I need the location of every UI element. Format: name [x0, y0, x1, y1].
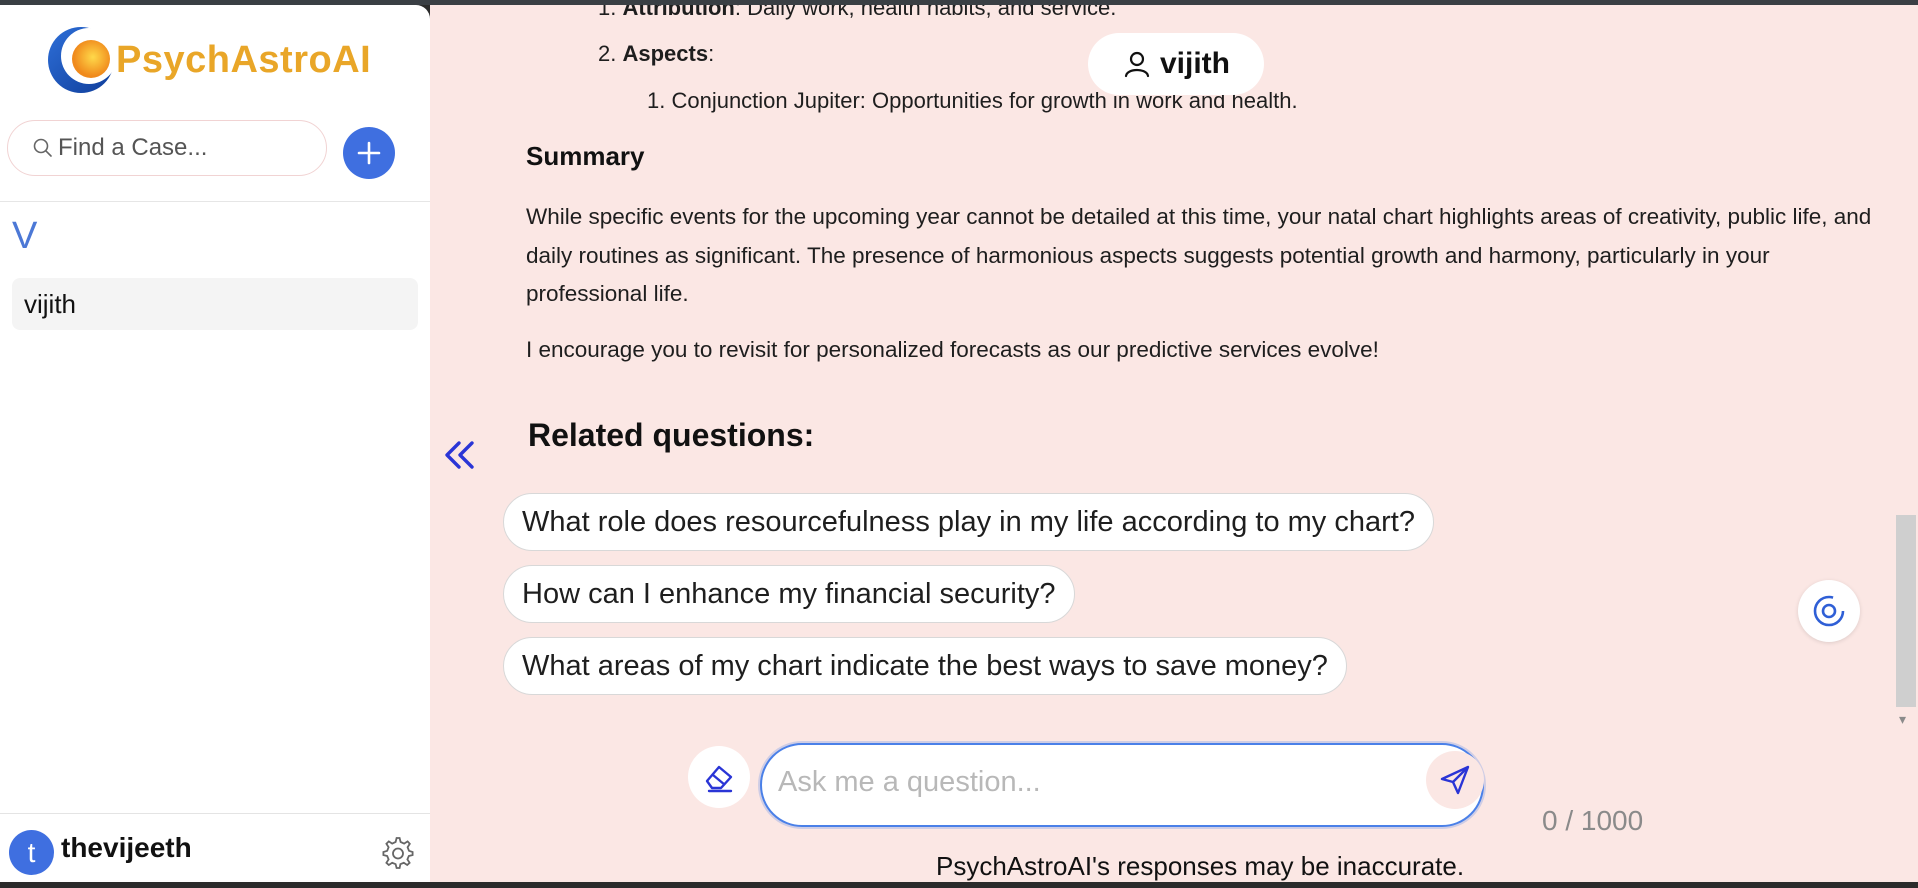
case-group-letter: V [12, 215, 38, 257]
active-case-name: vijith [1159, 47, 1230, 80]
active-case-chip[interactable]: vijith [1088, 33, 1264, 95]
avatar[interactable]: t [9, 830, 54, 875]
logo-icon [44, 23, 118, 97]
search-input[interactable] [56, 133, 320, 163]
search-box [7, 120, 327, 176]
target-icon [1813, 595, 1845, 627]
related-question-chip[interactable]: How can I enhance my financial security? [503, 565, 1075, 623]
add-case-button[interactable] [343, 127, 395, 179]
collapse-sidebar-icon[interactable] [442, 437, 478, 473]
summary-paragraph: While specific events for the upcoming y… [526, 204, 1872, 306]
chat-area: 1. Attribution: Daily work, health habit… [430, 5, 1918, 882]
window-bottom-bar [0, 882, 1918, 888]
related-question-chip[interactable]: What role does resourcefulness play in m… [503, 493, 1434, 551]
send-icon [1440, 765, 1470, 795]
scrollbar-thumb[interactable] [1896, 515, 1916, 707]
case-list-item[interactable]: vijith [12, 278, 418, 330]
related-questions-heading: Related questions: [528, 417, 815, 453]
case-item-label: vijith [24, 288, 77, 319]
list-item: 1. Attribution: Daily work, health habit… [598, 5, 1117, 20]
user-icon [1124, 51, 1150, 78]
search-icon [33, 138, 52, 157]
scroll-down-arrow-icon[interactable]: ▾ [1899, 711, 1906, 728]
summary-heading: Summary [526, 141, 645, 171]
app-name: PsychAstroAI [116, 38, 372, 81]
list-item: 2. Aspects: [598, 41, 715, 66]
closing-paragraph: I encourage you to revisit for personali… [526, 337, 1379, 362]
question-box [760, 743, 1484, 827]
question-input[interactable] [776, 765, 1380, 800]
character-counter: 0 / 1000 [1542, 805, 1644, 836]
plus-icon [357, 141, 381, 165]
scroll-to-latest-button[interactable] [1798, 580, 1860, 642]
eraser-icon [705, 765, 733, 793]
sidebar-footer: t thevijeeth [0, 813, 430, 882]
sidebar: PsychAstroAI V vijith t thevijeeth [0, 5, 430, 882]
disclaimer-text: PsychAstroAI's responses may be inaccura… [936, 851, 1465, 881]
app-logo[interactable]: PsychAstroAI [44, 23, 371, 97]
username: thevijeeth [61, 832, 192, 863]
scrollbar-track[interactable] [1896, 5, 1918, 882]
gear-icon[interactable] [381, 836, 415, 870]
related-question-chip[interactable]: What areas of my chart indicate the best… [503, 637, 1347, 695]
send-button[interactable] [1426, 751, 1484, 809]
sidebar-divider [0, 201, 430, 202]
clear-chat-button[interactable] [688, 746, 750, 808]
